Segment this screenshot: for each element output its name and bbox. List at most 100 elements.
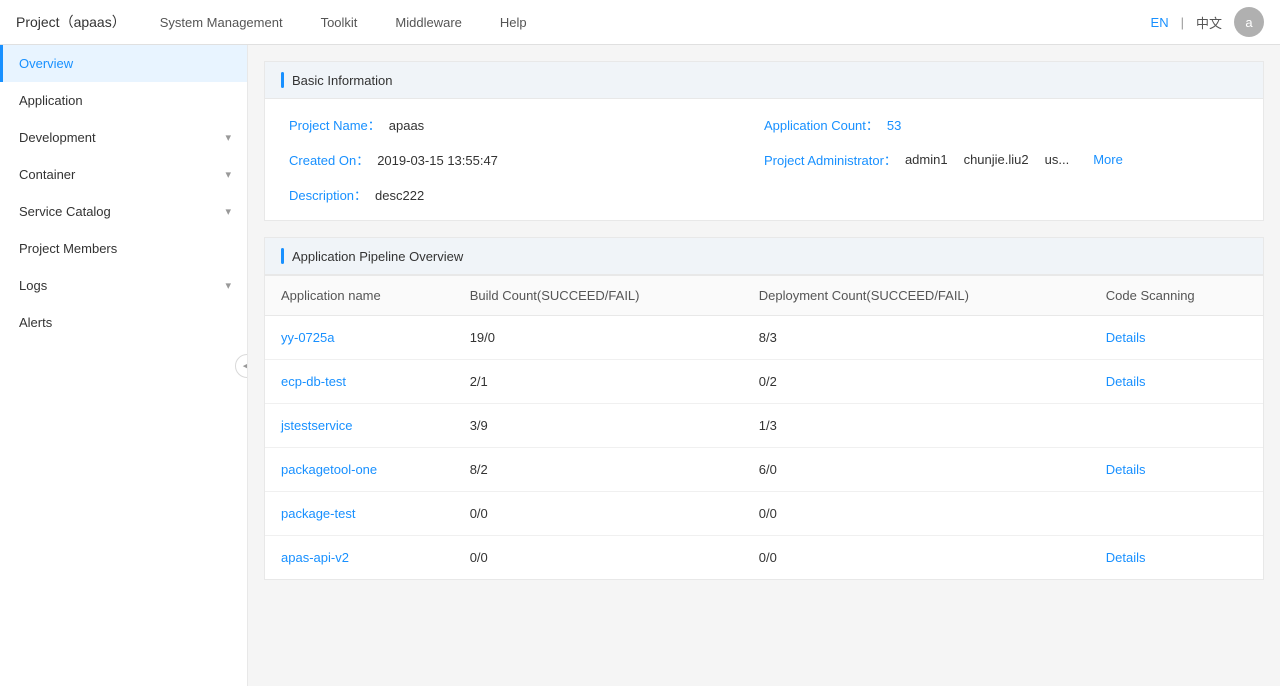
sidebar-item-label-overview: Overview (19, 56, 73, 71)
project-admin-2: chunjie.liu2 (964, 152, 1029, 167)
col-build-count: Build Count(SUCCEED/FAIL) (454, 276, 743, 316)
pipeline-header-bar (281, 248, 284, 264)
chevron-icon-service-catalog: ▾ (225, 205, 231, 218)
app-count-label: Application Count： (764, 115, 879, 134)
table-head: Application name Build Count(SUCCEED/FAI… (265, 276, 1263, 316)
sidebar-item-label-development: Development (19, 130, 96, 145)
basic-info-header: Basic Information (265, 62, 1263, 99)
info-grid: Project Name： apaas Application Count： 5… (289, 115, 1239, 204)
build-count-4: 0/0 (454, 492, 743, 536)
chevron-icon-logs: ▾ (225, 279, 231, 292)
sidebar-item-container[interactable]: Container ▾ (0, 156, 247, 193)
description-label: Description： (289, 185, 367, 204)
table-row: jstestservice3/91/3 (265, 404, 1263, 448)
chevron-icon-development: ▾ (225, 131, 231, 144)
deploy-count-3: 6/0 (743, 448, 1090, 492)
sidebar-item-alerts[interactable]: Alerts (0, 304, 247, 341)
sidebar-item-label-logs: Logs (19, 278, 47, 293)
table-row: ecp-db-test2/10/2Details (265, 360, 1263, 404)
deploy-count-1: 0/2 (743, 360, 1090, 404)
sidebar-item-overview[interactable]: Overview (0, 45, 247, 82)
app-name-1[interactable]: ecp-db-test (265, 360, 454, 404)
sidebar-item-application[interactable]: Application (0, 82, 247, 119)
app-name-5[interactable]: apas-api-v2 (265, 536, 454, 580)
pipeline-header: Application Pipeline Overview (265, 238, 1263, 275)
deploy-count-2: 1/3 (743, 404, 1090, 448)
nav-help[interactable]: Help (496, 15, 531, 30)
more-admins-button[interactable]: More (1093, 152, 1123, 167)
nav-system-management[interactable]: System Management (156, 15, 287, 30)
col-deploy-count: Deployment Count(SUCCEED/FAIL) (743, 276, 1090, 316)
col-code-scanning: Code Scanning (1090, 276, 1263, 316)
deploy-count-5: 0/0 (743, 536, 1090, 580)
sidebar-item-label-application: Application (19, 93, 83, 108)
scanning-4 (1090, 492, 1263, 536)
table-row: package-test0/00/0 (265, 492, 1263, 536)
table-row: packagetool-one8/26/0Details (265, 448, 1263, 492)
app-name-3[interactable]: packagetool-one (265, 448, 454, 492)
scanning-5[interactable]: Details (1090, 536, 1263, 580)
description-value: desc222 (375, 188, 424, 203)
pipeline-table-container: Application name Build Count(SUCCEED/FAI… (265, 275, 1263, 579)
table-body: yy-0725a19/08/3Detailsecp-db-test2/10/2D… (265, 316, 1263, 580)
nav-items: System Management Toolkit Middleware Hel… (156, 15, 1151, 30)
created-on-label: Created On： (289, 150, 369, 169)
chevron-icon-container: ▾ (225, 168, 231, 181)
scanning-1[interactable]: Details (1090, 360, 1263, 404)
deploy-count-4: 0/0 (743, 492, 1090, 536)
app-name-2[interactable]: jstestservice (265, 404, 454, 448)
sidebar-item-label-project-members: Project Members (19, 241, 117, 256)
project-name-row: Project Name： apaas (289, 115, 764, 134)
project-admin-label: Project Administrator： (764, 150, 897, 169)
header-bar (281, 72, 284, 88)
project-name-value: apaas (389, 118, 424, 133)
created-on-value: 2019-03-15 13:55:47 (377, 153, 498, 168)
pipeline-title: Application Pipeline Overview (292, 249, 463, 264)
avatar[interactable]: a (1234, 7, 1264, 37)
nav-toolkit[interactable]: Toolkit (317, 15, 362, 30)
build-count-0: 19/0 (454, 316, 743, 360)
nav-logo[interactable]: Project（apaas） (16, 12, 126, 32)
app-count-value[interactable]: 53 (887, 118, 901, 133)
app-name-0[interactable]: yy-0725a (265, 316, 454, 360)
app-name-4[interactable]: package-test (265, 492, 454, 536)
build-count-1: 2/1 (454, 360, 743, 404)
table-row: yy-0725a19/08/3Details (265, 316, 1263, 360)
pipeline-table: Application name Build Count(SUCCEED/FAI… (265, 275, 1263, 579)
sidebar-collapse-button[interactable]: ◀ (235, 354, 248, 378)
project-admin-1: admin1 (905, 152, 948, 167)
basic-info-body: Project Name： apaas Application Count： 5… (265, 99, 1263, 220)
main-content: Basic Information Project Name： apaas Ap… (248, 45, 1280, 686)
nav-right: EN | 中文 a (1151, 7, 1264, 37)
layout: OverviewApplicationDevelopment▾Container… (0, 45, 1280, 686)
sidebar-item-development[interactable]: Development ▾ (0, 119, 247, 156)
sidebar-item-logs[interactable]: Logs ▾ (0, 267, 247, 304)
scanning-2 (1090, 404, 1263, 448)
build-count-5: 0/0 (454, 536, 743, 580)
scanning-3[interactable]: Details (1090, 448, 1263, 492)
nav-middleware[interactable]: Middleware (391, 15, 465, 30)
project-name-label: Project Name： (289, 115, 381, 134)
pipeline-overview-card: Application Pipeline Overview Applicatio… (264, 237, 1264, 580)
sidebar-item-project-members[interactable]: Project Members (0, 230, 247, 267)
basic-info-card: Basic Information Project Name： apaas Ap… (264, 61, 1264, 221)
table-row: apas-api-v20/00/0Details (265, 536, 1263, 580)
created-on-row: Created On： 2019-03-15 13:55:47 (289, 150, 764, 169)
sidebar-item-service-catalog[interactable]: Service Catalog ▾ (0, 193, 247, 230)
lang-sep: | (1181, 15, 1184, 30)
sidebar-item-label-service-catalog: Service Catalog (19, 204, 111, 219)
col-app-name: Application name (265, 276, 454, 316)
project-admin-row: Project Administrator： admin1 chunjie.li… (764, 150, 1239, 169)
sidebar-item-label-container: Container (19, 167, 75, 182)
sidebar: OverviewApplicationDevelopment▾Container… (0, 45, 248, 686)
app-count-row: Application Count： 53 (764, 115, 1239, 134)
deploy-count-0: 8/3 (743, 316, 1090, 360)
build-count-2: 3/9 (454, 404, 743, 448)
scanning-0[interactable]: Details (1090, 316, 1263, 360)
basic-info-title: Basic Information (292, 73, 392, 88)
description-row: Description： desc222 (289, 185, 764, 204)
lang-en[interactable]: EN (1151, 15, 1169, 30)
sidebar-item-label-alerts: Alerts (19, 315, 52, 330)
project-admin-3: us... (1045, 152, 1070, 167)
lang-zh[interactable]: 中文 (1196, 13, 1222, 32)
